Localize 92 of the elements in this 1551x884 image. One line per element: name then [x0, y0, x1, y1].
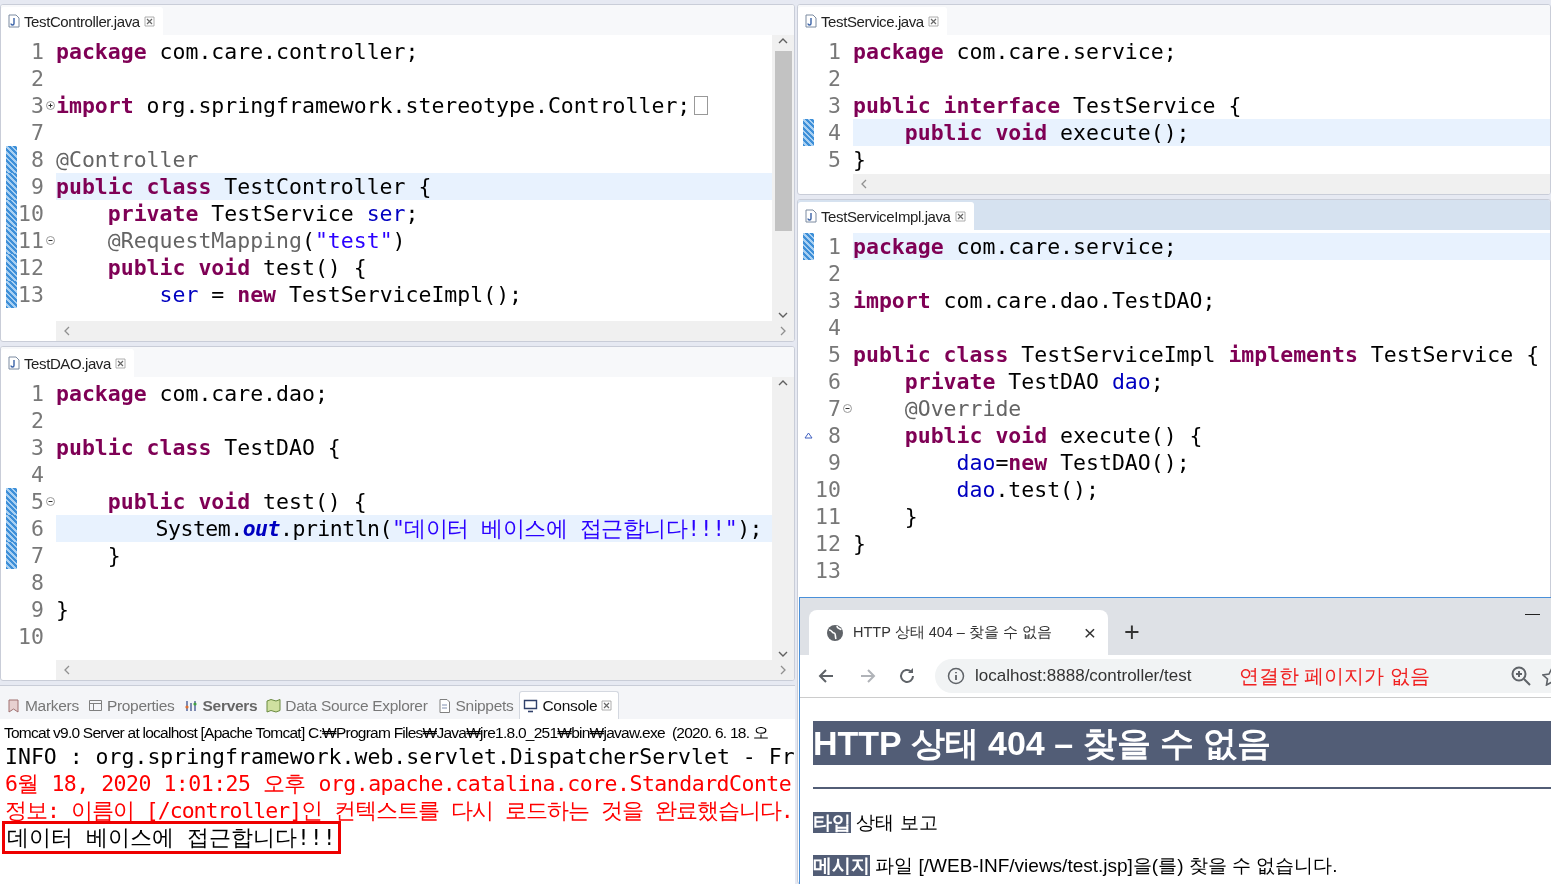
line-number: 2 — [30, 65, 44, 92]
code-line: } — [56, 596, 69, 623]
panel-tab[interactable]: Snippets — [433, 692, 520, 719]
code-line: public void test() { — [106, 254, 367, 281]
line-number: 13 — [17, 281, 44, 308]
line-number: 12 — [17, 254, 44, 281]
code-line: ser = new TestServiceImpl(); — [158, 281, 523, 308]
code-line: dao.test(); — [955, 476, 1099, 503]
browser-tab[interactable]: HTTP 상태 404 – 찾을 수 없음 × — [809, 610, 1108, 655]
line-number: 10 — [17, 623, 44, 650]
line-number: 6 — [827, 368, 841, 395]
annotation-text: 연결한 페이지가 없음 — [1239, 663, 1431, 689]
line-number: 1 — [30, 380, 44, 407]
line-number: 13 — [814, 557, 841, 584]
line-number: 2 — [827, 65, 841, 92]
line-number: 2 — [30, 407, 44, 434]
line-number: 12 — [814, 530, 841, 557]
code-line: } — [106, 542, 121, 569]
line-number: 3 — [30, 92, 44, 119]
console-description: Tomcat v9.0 Server at localhost [Apache Tomcat] C:₩Program Files₩Java₩jre1.8.0_251₩bin₩javaw.exe (2020. 6. 18. 오 — [3, 723, 768, 743]
line-number: 5 — [827, 146, 841, 173]
new-tab-button[interactable]: + — [1124, 617, 1140, 648]
panel-tab[interactable]: Data Source Explorer — [263, 692, 434, 719]
minimize-button[interactable]: — — [1525, 604, 1540, 621]
close-tab-button[interactable]: × — [1083, 620, 1096, 645]
line-number: 8 — [827, 422, 841, 449]
line-number: 6 — [30, 515, 44, 542]
panel-tab[interactable]: Console — [519, 691, 620, 719]
line-number: 11 — [814, 503, 841, 530]
console-line: 6월 18, 2020 1:01:25 오후 org.apache.catalina.core.StandardConte — [5, 770, 792, 797]
line-number: 5 — [30, 488, 44, 515]
code-line: package com.care.controller; — [56, 38, 419, 65]
code-line: @RequestMapping("test") — [106, 227, 406, 254]
editor-tab[interactable]: TestDAO.java — [1, 349, 134, 377]
line-number: 10 — [814, 476, 841, 503]
line-number: 9 — [30, 596, 44, 623]
line-number: 11 — [17, 227, 44, 254]
url-text: localhost:8888/controller/test — [975, 666, 1193, 686]
code-line: public interface TestService { — [853, 92, 1242, 119]
code-line: import org.springframework.stereotype.Controller; — [56, 92, 691, 119]
editor-tab[interactable]: TestController.java — [1, 7, 163, 35]
line-number: 3 — [827, 92, 841, 119]
code-line: } — [853, 146, 866, 173]
console-line: 정보: 이름이 [/controller]인 컨텍스트를 다시 로드하는 것을 완료했습니다. — [5, 797, 793, 824]
message-text: 메시지 파일 [/WEB-INF/views/test.jsp]을(를) 찾을 수 없습니다. — [813, 854, 1339, 878]
code-line: public class TestServiceImpl implements TestService { — [853, 341, 1540, 368]
console-line: INFO : org.springframework.web.servlet.DispatcherServlet - Fr — [5, 743, 795, 770]
line-number: 5 — [827, 341, 841, 368]
code-line: @Controller — [56, 146, 199, 173]
code-line: package com.care.dao; — [56, 380, 328, 407]
panel-tab[interactable]: Properties — [84, 692, 181, 719]
editor-tab[interactable]: TestService.java — [798, 7, 947, 35]
code-line: package com.care.service; — [853, 233, 1177, 260]
console-line: 데이터 베이스에 접근합니다!!! — [5, 824, 338, 851]
line-number: 8 — [30, 569, 44, 596]
line-number: 3 — [827, 287, 841, 314]
line-number: 8 — [30, 146, 44, 173]
editor-tab[interactable]: TestServiceImpl.java — [798, 202, 974, 230]
address-bar[interactable]: localhost:8888/controller/test 연결한 페이지가 없음 — [935, 659, 1551, 693]
line-number: 1 — [30, 38, 44, 65]
line-number: 9 — [827, 449, 841, 476]
code-line: public class TestDAO { — [56, 434, 341, 461]
tab-title: HTTP 상태 404 – 찾을 수 없음 — [853, 623, 1054, 642]
code-line: } — [903, 503, 918, 530]
code-line: public void test() { — [106, 488, 367, 515]
line-number: 4 — [827, 314, 841, 341]
line-number: 3 — [30, 434, 44, 461]
code-line: private TestDAO dao; — [903, 368, 1164, 395]
line-number: 4 — [30, 461, 44, 488]
line-number: 10 — [17, 200, 44, 227]
code-line: @Override — [903, 395, 1022, 422]
code-line: public void execute() { — [903, 422, 1203, 449]
line-number: 1 — [827, 233, 841, 260]
code-line: dao=new TestDAO(); — [955, 449, 1190, 476]
message-text: 타입 상태 보고 — [813, 811, 939, 835]
code-line: public void execute(); — [903, 119, 1190, 146]
line-number: 7 — [30, 542, 44, 569]
line-number: 4 — [827, 119, 841, 146]
panel-tab[interactable]: Servers — [180, 692, 264, 719]
code-line: package com.care.service; — [853, 38, 1177, 65]
code-line: private TestService ser; — [106, 200, 419, 227]
line-number: 7 — [827, 395, 841, 422]
code-line: System.out.println("데이터 베이스에 접근합니다!!!"); — [154, 515, 762, 542]
line-number: 2 — [827, 260, 841, 287]
code-line: import com.care.dao.TestDAO; — [853, 287, 1216, 314]
code-line: } — [853, 530, 866, 557]
line-number: 1 — [827, 38, 841, 65]
page-heading: HTTP 상태 404 – 찾을 수 없음 — [813, 721, 1551, 765]
line-number: 7 — [30, 119, 44, 146]
panel-tab[interactable]: Markers — [3, 692, 85, 719]
line-number: 9 — [30, 173, 44, 200]
code-line: public class TestController { — [56, 173, 432, 200]
